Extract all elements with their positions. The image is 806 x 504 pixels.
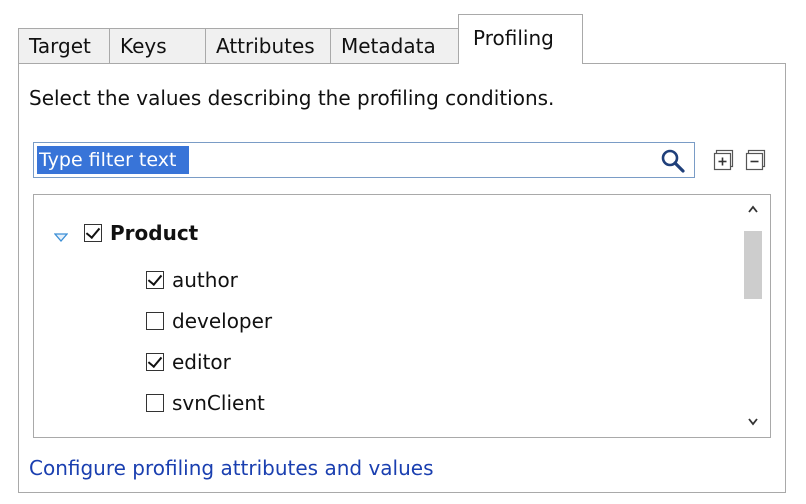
developer-checkbox[interactable] xyxy=(146,312,164,330)
profiling-dialog: Target Keys Attributes Metadata Profilin… xyxy=(0,0,806,504)
scroll-down-arrow-icon[interactable] xyxy=(740,407,770,437)
tab-keys[interactable]: Keys xyxy=(109,28,206,63)
collapse-all-icon[interactable] xyxy=(745,149,767,171)
product-checkbox[interactable] xyxy=(84,224,102,242)
scroll-up-arrow-icon[interactable] xyxy=(740,195,770,225)
filter-input[interactable] xyxy=(37,146,189,174)
expand-triangle-icon[interactable] xyxy=(53,226,69,242)
tab-label: Keys xyxy=(120,34,167,58)
profiling-panel: Select the values describing the profili… xyxy=(18,63,786,493)
tree-group-product[interactable]: Product xyxy=(53,217,199,249)
tree-item-author[interactable]: author xyxy=(146,264,238,296)
tab-label: Metadata xyxy=(341,34,436,58)
tree-item-label: developer xyxy=(172,309,273,333)
tab-label: Attributes xyxy=(216,34,315,58)
tab-metadata[interactable]: Metadata xyxy=(330,28,459,63)
search-icon[interactable] xyxy=(660,148,686,174)
instructions-text: Select the values describing the profili… xyxy=(29,86,555,110)
tab-profiling[interactable]: Profiling xyxy=(458,14,583,64)
tab-label: Profiling xyxy=(473,26,554,50)
configure-profiling-link[interactable]: Configure profiling attributes and value… xyxy=(29,456,434,480)
tree-item-label: editor xyxy=(172,350,231,374)
profiling-tree: Product author developer editor svnClien… xyxy=(33,194,771,438)
vertical-scrollbar[interactable] xyxy=(740,195,770,437)
tree-item-editor[interactable]: editor xyxy=(146,346,231,378)
author-checkbox[interactable] xyxy=(146,271,164,289)
tree-item-label: author xyxy=(172,268,238,292)
tree-item-svnclient[interactable]: svnClient xyxy=(146,387,265,419)
filter-box xyxy=(33,142,695,178)
scroll-thumb[interactable] xyxy=(744,231,762,299)
editor-checkbox[interactable] xyxy=(146,353,164,371)
tree-item-label: svnClient xyxy=(172,391,265,415)
tab-strip: Target Keys Attributes Metadata Profilin… xyxy=(18,14,786,64)
tree-item-developer[interactable]: developer xyxy=(146,305,272,337)
svnclient-checkbox[interactable] xyxy=(146,394,164,412)
tab-label: Target xyxy=(29,34,91,58)
expand-all-icon[interactable] xyxy=(713,149,735,171)
tree-group-label: Product xyxy=(110,221,199,245)
tab-attributes[interactable]: Attributes xyxy=(205,28,331,63)
tab-target[interactable]: Target xyxy=(18,28,110,63)
